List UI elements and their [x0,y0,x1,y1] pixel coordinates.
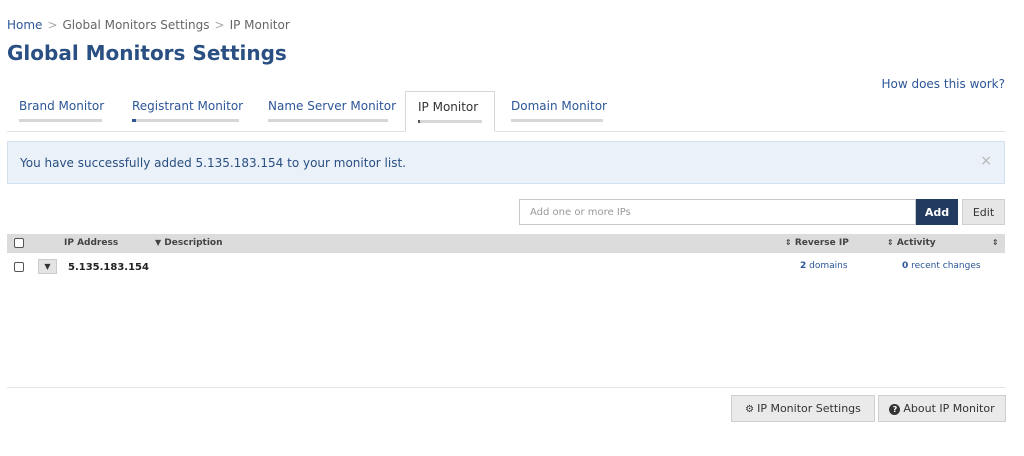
ip-monitor-settings-button[interactable]: ⚙ IP Monitor Settings [731,395,875,422]
tab-underline [511,119,603,122]
tab-brand-monitor[interactable]: Brand Monitor [7,91,112,132]
breadcrumb-separator: > [214,18,225,32]
activity-sort-icon[interactable]: ⇕ [992,238,999,248]
caret-down-icon: ▼ [44,262,51,271]
sort-icon: ⇕ [887,238,894,247]
row-ip-address: 5.135.183.154 [68,262,149,273]
about-ip-monitor-label: About IP Monitor [903,402,995,415]
table-row: ▼ 5.135.183.154 2 domains 0 recent chang… [7,257,1005,277]
column-header-description-label: Description [164,238,223,248]
row-checkbox[interactable] [14,262,24,272]
about-ip-monitor-button[interactable]: ? About IP Monitor [878,395,1006,422]
tab-label: Registrant Monitor [132,99,244,113]
column-header-ip-address[interactable]: IP Address [64,238,118,248]
breadcrumb-current: IP Monitor [229,18,290,32]
success-alert: You have successfully added 5.135.183.15… [7,141,1005,184]
monitor-tabs: Brand Monitor Registrant Monitor Name Se… [7,91,1005,132]
tab-progress [418,120,420,123]
ip-monitor-settings-label: IP Monitor Settings [757,402,861,415]
tab-underline [418,120,482,123]
reverse-ip-count: 2 [800,261,807,271]
tab-label: Brand Monitor [19,99,105,113]
caret-down-icon: ▼ [155,238,162,247]
tab-label: Domain Monitor [511,99,607,113]
tab-label: IP Monitor [418,100,479,114]
breadcrumb-separator: > [47,18,58,32]
column-header-reverse-ip-label: Reverse IP [794,238,849,248]
select-all-checkbox[interactable] [14,238,24,248]
add-ip-input[interactable] [519,199,916,225]
activity-link[interactable]: 0 recent changes [902,261,981,271]
column-header-reverse-ip[interactable]: ⇕ Reverse IP [785,238,849,248]
close-icon[interactable]: × [980,153,992,169]
page-title: Global Monitors Settings [7,41,287,65]
alert-message: You have successfully added 5.135.183.15… [20,156,406,170]
breadcrumb-global-monitors[interactable]: Global Monitors Settings [63,18,210,32]
tab-ip-monitor[interactable]: IP Monitor [405,91,495,132]
how-does-this-work-link[interactable]: How does this work? [881,77,1005,91]
activity-text: recent changes [911,261,981,271]
tab-progress [132,119,136,122]
tab-underline [19,119,102,122]
add-button[interactable]: Add [916,199,958,225]
column-header-activity-label: Activity [896,238,936,248]
column-header-activity[interactable]: ⇕ Activity [887,238,936,248]
reverse-ip-text: domains [809,261,848,271]
question-circle-icon: ? [889,404,901,415]
column-header-description[interactable]: ▼ Description [155,238,223,248]
row-dropdown-toggle[interactable]: ▼ [38,259,57,274]
tab-domain-monitor[interactable]: Domain Monitor [499,91,611,132]
question-glyph: ? [892,405,898,414]
breadcrumb-home[interactable]: Home [7,18,42,32]
sort-icon: ⇕ [785,238,792,247]
gear-icon: ⚙ [745,404,755,415]
activity-count: 0 [902,261,909,271]
edit-button[interactable]: Edit [962,199,1005,225]
footer-divider [7,387,1005,388]
sort-icon: ⇕ [992,238,999,247]
reverse-ip-link[interactable]: 2 domains [800,261,848,271]
tab-underline [268,119,388,122]
tab-name-server-monitor[interactable]: Name Server Monitor [256,91,398,132]
tab-underline [132,119,239,122]
breadcrumb: Home > Global Monitors Settings > IP Monitor [7,18,290,32]
table-header: IP Address ▼ Description ⇕ Reverse IP ⇕ … [7,234,1005,253]
tab-label: Name Server Monitor [268,99,396,113]
tab-registrant-monitor[interactable]: Registrant Monitor [120,91,250,132]
